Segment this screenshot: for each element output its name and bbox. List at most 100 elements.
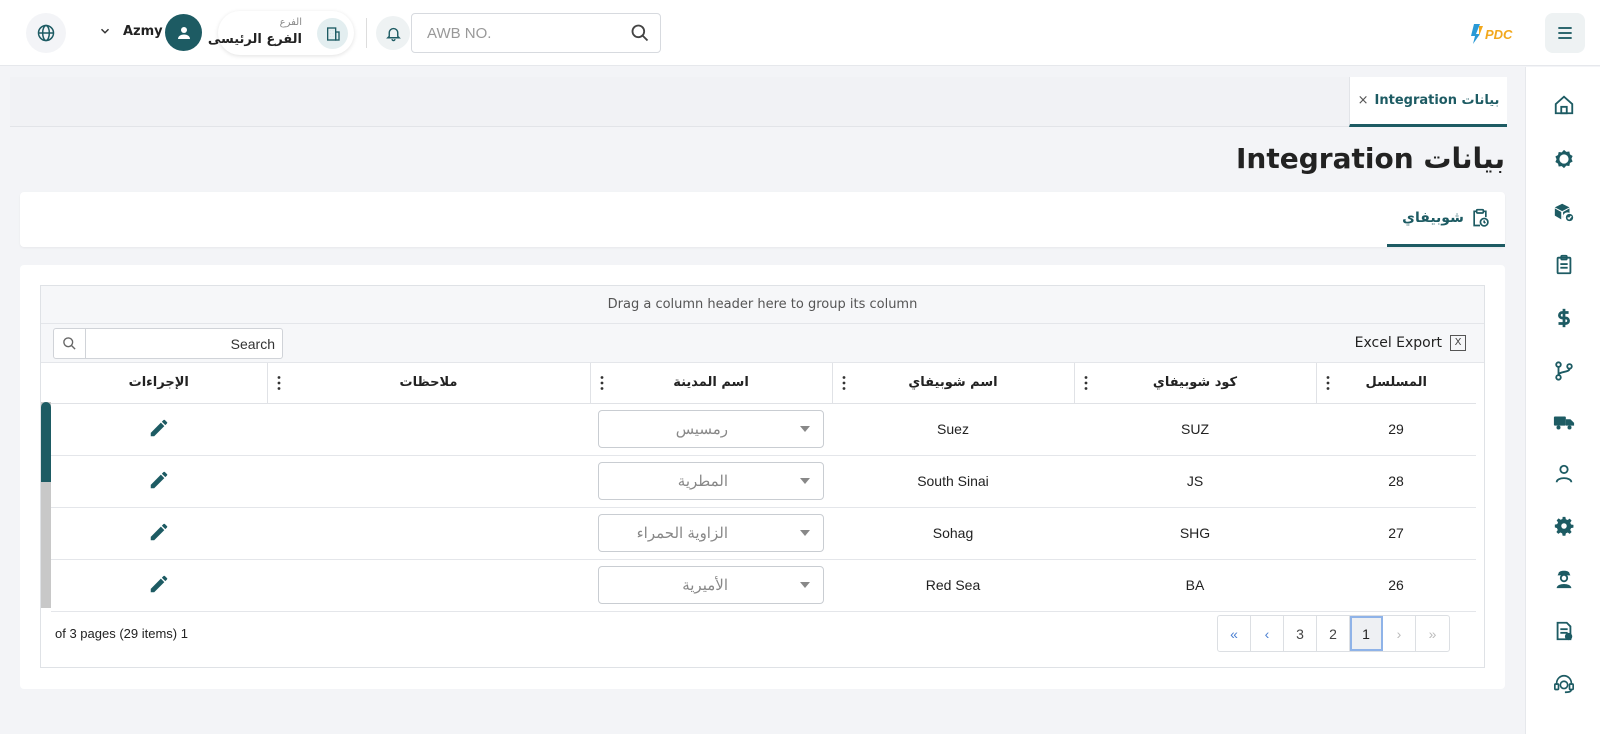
vertical-scrollbar[interactable]	[41, 402, 51, 608]
table-row: 29 SUZ Suez رمسيس	[51, 403, 1476, 456]
column-header-actions: الإجراءات	[51, 363, 267, 404]
sidebar-item-packages[interactable]	[1550, 198, 1578, 226]
branch-selector[interactable]: الفرع الفرع الرئيسى	[208, 11, 354, 55]
dropdown-arrow-icon	[800, 582, 810, 588]
pagination: « ‹ 3 2 1 › »	[1217, 615, 1450, 652]
avatar[interactable]	[165, 14, 202, 51]
edit-icon[interactable]	[148, 573, 170, 595]
column-header-city-name[interactable]: اسم المدينة	[589, 363, 832, 404]
cell-code: BA	[1074, 559, 1316, 612]
pdc-logo: PDC	[1471, 24, 1513, 44]
close-icon[interactable]: ×	[1358, 93, 1369, 108]
scrollbar-thumb[interactable]	[41, 402, 51, 482]
sidebar-item-finance[interactable]	[1550, 304, 1578, 332]
subtab-label: شوبيفاي	[1402, 210, 1464, 226]
grid-toolbar: Excel Export X	[41, 324, 1484, 363]
edit-icon[interactable]	[148, 469, 170, 491]
column-menu-icon[interactable]	[1083, 375, 1089, 391]
tab-shopify[interactable]: شوبيفاي	[1387, 192, 1505, 247]
cell-serial: 27	[1316, 507, 1476, 560]
table-row: 28 JS South Sinai المطرية	[51, 455, 1476, 508]
sidebar-item-home[interactable]	[1550, 91, 1578, 119]
cell-notes	[267, 507, 590, 560]
data-grid: Drag a column header here to group its c…	[40, 285, 1485, 668]
sidebar-item-new[interactable]	[1550, 145, 1578, 173]
column-header-shopify-name[interactable]: اسم شوبيفاي	[831, 363, 1074, 404]
column-menu-icon[interactable]	[276, 375, 282, 391]
user-name[interactable]: Azmy	[123, 24, 163, 39]
cell-notes	[267, 403, 590, 456]
column-menu-icon[interactable]	[841, 375, 847, 391]
branch-name: الفرع الرئيسى	[207, 32, 302, 47]
user-icon	[177, 26, 190, 39]
dollar-icon	[1558, 308, 1570, 328]
pager-next-button[interactable]: ‹	[1251, 616, 1284, 651]
menu-button[interactable]	[1545, 13, 1585, 53]
pager-page-2[interactable]: 2	[1317, 616, 1350, 651]
cell-name: South Sinai	[832, 455, 1074, 508]
cell-serial: 29	[1316, 403, 1476, 456]
pager-page-1[interactable]: 1	[1350, 616, 1383, 651]
pager-prev-button[interactable]: ›	[1383, 616, 1416, 651]
column-menu-icon[interactable]	[1325, 375, 1331, 391]
city-select[interactable]: الأميرية	[598, 566, 824, 604]
truck-icon	[1553, 416, 1575, 430]
page-title: بيانات Integration	[1236, 142, 1505, 175]
excel-export-label: Excel Export	[1354, 335, 1442, 351]
branch-icon	[1555, 361, 1573, 381]
pager-page-3[interactable]: 3	[1284, 616, 1317, 651]
cell-serial: 28	[1316, 455, 1476, 508]
sidebar-item-branches[interactable]	[1550, 357, 1578, 385]
cell-name: Suez	[832, 403, 1074, 456]
top-bar: Azmy الفرع الفرع الرئيسى PDC	[0, 0, 1600, 66]
city-select[interactable]: رمسيس	[598, 410, 824, 448]
excel-icon: X	[1450, 335, 1466, 351]
cell-actions	[51, 559, 267, 612]
cell-code: SHG	[1074, 507, 1316, 560]
column-header-notes[interactable]: ملاحظات	[266, 363, 590, 404]
cell-city: المطرية	[590, 455, 832, 508]
column-menu-icon[interactable]	[599, 375, 605, 391]
globe-icon	[37, 24, 55, 42]
sidebar-item-ai-support[interactable]	[1550, 670, 1578, 698]
edit-icon[interactable]	[148, 521, 170, 543]
building-icon	[317, 18, 348, 49]
courier-icon	[1556, 570, 1572, 589]
pager-first-button[interactable]: »	[1416, 616, 1449, 651]
column-header-serial[interactable]: المسلسل	[1315, 363, 1476, 404]
city-select[interactable]: الزاوية الحمراء	[598, 514, 824, 552]
sidebar	[1525, 67, 1600, 734]
notifications-button[interactable]	[376, 16, 410, 50]
city-select[interactable]: المطرية	[598, 462, 824, 500]
sidebar-item-shipping[interactable]	[1550, 408, 1578, 436]
sidebar-item-clipboard[interactable]	[1550, 251, 1578, 279]
edit-icon[interactable]	[148, 417, 170, 439]
grid-search-box	[53, 328, 283, 359]
cell-notes	[267, 455, 590, 508]
chevron-down-icon[interactable]	[98, 24, 112, 38]
sidebar-item-couriers[interactable]	[1550, 565, 1578, 593]
search-icon[interactable]	[630, 23, 650, 43]
awb-input[interactable]	[412, 14, 622, 52]
grid-search-input[interactable]	[87, 329, 281, 358]
excel-export-button[interactable]: Excel Export X	[1355, 335, 1466, 351]
logo-text: PDC	[1485, 27, 1513, 42]
tab-label: بيانات Integration	[1374, 93, 1500, 108]
language-button[interactable]	[26, 13, 66, 53]
sidebar-item-settings[interactable]	[1550, 512, 1578, 540]
group-panel[interactable]: Drag a column header here to group its c…	[41, 286, 1484, 324]
dropdown-arrow-icon	[800, 478, 810, 484]
tab-integration-data[interactable]: بيانات Integration ×	[1349, 77, 1507, 127]
cell-actions	[51, 455, 267, 508]
awb-search-box	[411, 13, 661, 53]
sidebar-item-users[interactable]	[1550, 460, 1578, 488]
pager-last-button[interactable]: «	[1218, 616, 1251, 651]
column-header-shopify-code[interactable]: كود شوبيفاي	[1073, 363, 1316, 404]
sidebar-item-invoices[interactable]	[1550, 617, 1578, 645]
clipboard-icon	[1556, 254, 1572, 275]
table-row: 26 BA Red Sea الأميرية	[51, 559, 1476, 612]
cell-serial: 26	[1316, 559, 1476, 612]
new-badge-icon	[1555, 149, 1573, 169]
packages-icon	[1554, 203, 1574, 222]
cell-actions	[51, 507, 267, 560]
